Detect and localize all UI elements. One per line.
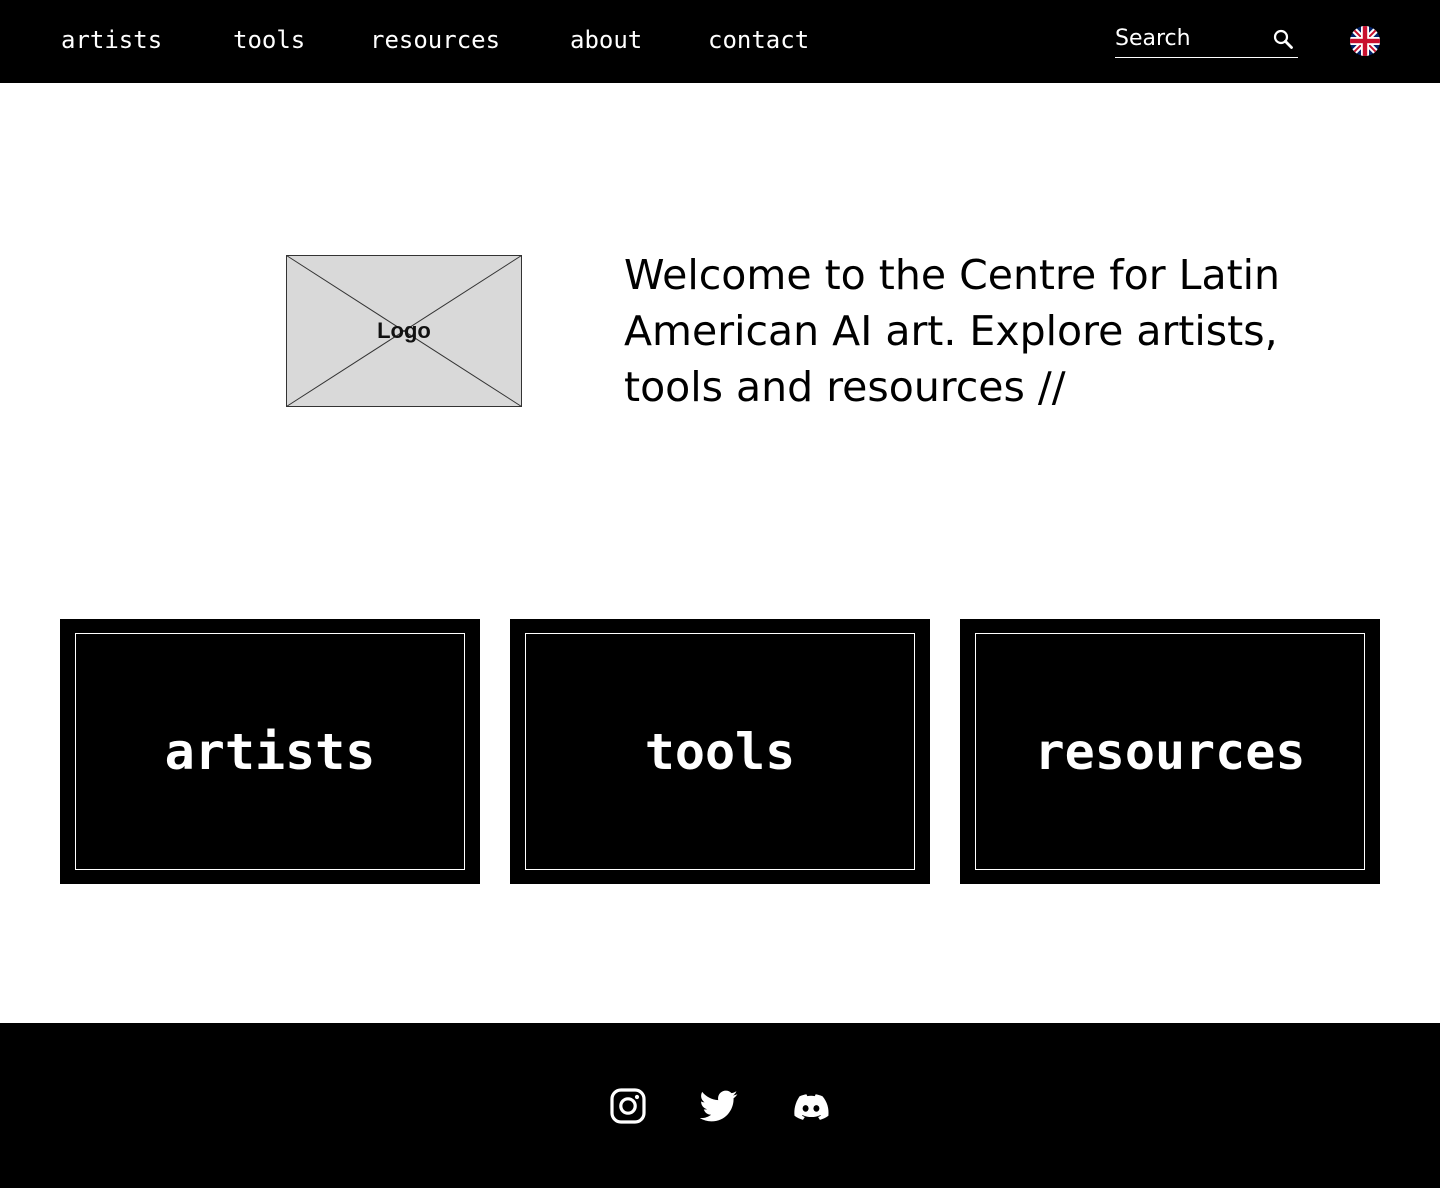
card-resources[interactable]: resources (960, 619, 1380, 884)
nav-link-contact[interactable]: contact (708, 22, 809, 58)
welcome-heading: Welcome to the Centre for Latin American… (624, 251, 1281, 411)
uk-flag-icon[interactable] (1350, 26, 1380, 56)
card-tools[interactable]: tools (510, 619, 930, 884)
card-label-tools: tools (644, 722, 796, 781)
top-navigation-bar: artists tools resources about contact (0, 0, 1440, 83)
card-frame: resources (975, 633, 1365, 870)
nav-link-resources[interactable]: resources (370, 22, 500, 58)
search-box (1115, 22, 1298, 58)
card-label-artists: artists (164, 722, 376, 781)
nav-link-artists[interactable]: artists (61, 22, 162, 58)
nav-link-about[interactable]: about (570, 22, 642, 58)
discord-icon[interactable] (792, 1087, 830, 1125)
card-label-resources: resources (1034, 722, 1306, 781)
nav-link-tools[interactable]: tools (233, 22, 305, 58)
logo-label: Logo (377, 318, 431, 343)
card-frame: artists (75, 633, 465, 870)
footer (0, 1023, 1440, 1188)
logo-placeholder: Logo (286, 255, 522, 407)
twitter-icon[interactable] (699, 1087, 738, 1125)
search-input[interactable] (1115, 22, 1265, 55)
search-icon[interactable] (1272, 28, 1294, 50)
instagram-icon[interactable] (609, 1087, 647, 1125)
card-frame: tools (525, 633, 915, 870)
card-artists[interactable]: artists (60, 619, 480, 884)
